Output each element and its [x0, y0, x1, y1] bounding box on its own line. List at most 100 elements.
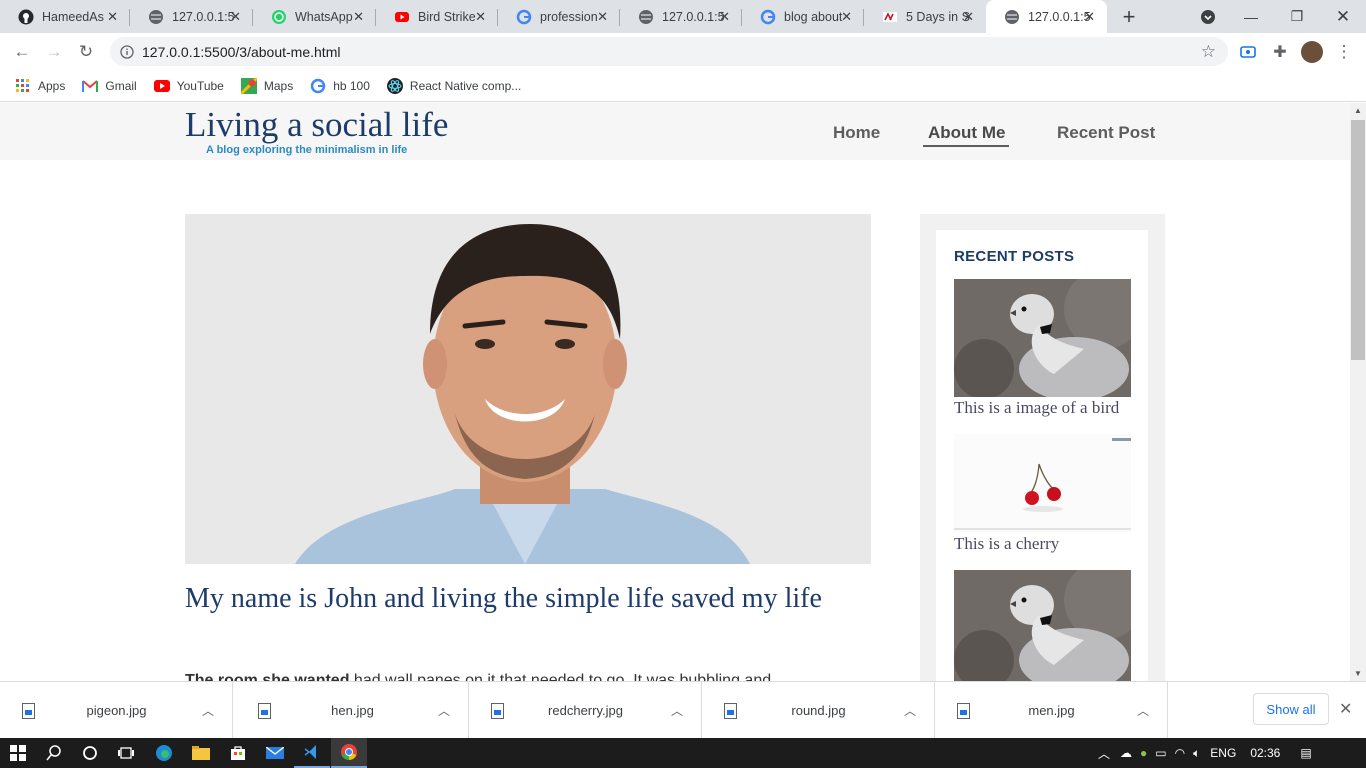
- notifications-icon[interactable]: ▤: [1300, 746, 1311, 760]
- bookmark-apps[interactable]: Apps: [15, 78, 65, 94]
- chevron-up-icon[interactable]: ︿: [1137, 702, 1149, 719]
- tab-1[interactable]: HameedAs ✕: [0, 0, 130, 33]
- star-icon[interactable]: ☆: [1201, 42, 1216, 62]
- security-icon[interactable]: ●: [1140, 746, 1147, 760]
- github-icon: [18, 9, 34, 25]
- chrome-taskbar-button[interactable]: [331, 738, 367, 768]
- download-item-pigeon[interactable]: pigeon.jpg ︿: [0, 682, 233, 739]
- language-indicator[interactable]: ENG: [1210, 746, 1236, 760]
- new-tab-button[interactable]: +: [1106, 0, 1152, 33]
- clock[interactable]: 02:36: [1250, 746, 1280, 760]
- store-button[interactable]: [220, 738, 256, 768]
- page-scrollbar[interactable]: ▲ ▼: [1350, 103, 1366, 681]
- about-paragraph: The room she wanted had wall panes on it…: [185, 672, 772, 681]
- mail-button[interactable]: [257, 738, 293, 768]
- close-icon[interactable]: ✕: [841, 9, 852, 25]
- download-item-hen[interactable]: hen.jpg ︿: [236, 682, 469, 739]
- tab-search-button[interactable]: [1185, 0, 1231, 33]
- windows-icon: [10, 745, 26, 761]
- file-explorer-button[interactable]: [183, 738, 219, 768]
- minimize-button[interactable]: —: [1228, 0, 1274, 33]
- tab-7[interactable]: blog about ✕: [742, 0, 864, 33]
- menu-button[interactable]: ⋮: [1332, 40, 1356, 64]
- extensions-button[interactable]: ✚: [1268, 40, 1292, 64]
- post-image-cherry[interactable]: [954, 434, 1131, 532]
- bookmark-gmail[interactable]: Gmail: [82, 78, 137, 94]
- post-image-bird-2[interactable]: [954, 570, 1131, 681]
- tab-8[interactable]: 5 Days in S ✕: [864, 0, 986, 33]
- back-button[interactable]: ←: [10, 40, 34, 64]
- tab-2[interactable]: 127.0.0.1:5 ✕: [130, 0, 253, 33]
- chevron-up-icon[interactable]: ︿: [202, 702, 214, 719]
- close-downloads-icon[interactable]: ✕: [1339, 699, 1352, 719]
- download-item-round[interactable]: round.jpg ︿: [702, 682, 935, 739]
- scrollbar-thumb[interactable]: [1351, 120, 1365, 360]
- close-icon[interactable]: ✕: [353, 9, 364, 25]
- tab-9-active[interactable]: 127.0.0.1:5 ✕: [986, 0, 1107, 33]
- close-icon[interactable]: ✕: [963, 9, 974, 25]
- search-button[interactable]: [36, 738, 72, 768]
- scroll-down-icon[interactable]: ▼: [1354, 669, 1362, 678]
- url-text[interactable]: 127.0.0.1:5500/3/about-me.html: [142, 44, 340, 60]
- cloud-icon[interactable]: ☁: [1120, 746, 1132, 760]
- cortana-button[interactable]: [72, 738, 108, 768]
- windows-taskbar: ︿ ☁ ● ▭ ◠ 🔈︎ ENG 02:36 ▤: [0, 738, 1366, 768]
- restore-button[interactable]: ❐: [1274, 0, 1320, 33]
- volume-icon[interactable]: 🔈︎: [1193, 746, 1200, 761]
- battery-icon[interactable]: ▭: [1155, 746, 1166, 760]
- tab-4[interactable]: Bird Strike ✕: [376, 0, 498, 33]
- forward-button[interactable]: →: [42, 40, 66, 64]
- download-item-redcherry[interactable]: redcherry.jpg ︿: [469, 682, 702, 739]
- wifi-icon[interactable]: ◠: [1175, 746, 1185, 760]
- address-bar[interactable]: 127.0.0.1:5500/3/about-me.html ☆: [110, 37, 1228, 66]
- scroll-up-icon[interactable]: ▲: [1354, 106, 1362, 115]
- whatsapp-icon: [271, 9, 287, 25]
- start-button[interactable]: [0, 738, 36, 768]
- profile-button[interactable]: [1300, 40, 1324, 64]
- close-icon[interactable]: ✕: [1084, 9, 1095, 25]
- site-brand[interactable]: Living a social life: [185, 105, 448, 145]
- bookmark-react-native[interactable]: React Native comp...: [386, 77, 521, 94]
- chevron-up-icon[interactable]: ︿: [438, 702, 450, 719]
- bookmarks-bar: Apps Gmail YouTube Maps hb 100 React Nat…: [0, 70, 1366, 102]
- globe-icon: [148, 9, 164, 25]
- post-caption-bird[interactable]: This is a image of a bird: [954, 398, 1119, 418]
- close-icon[interactable]: ✕: [107, 9, 118, 25]
- site-header: Living a social life A blog exploring th…: [0, 103, 1350, 160]
- close-icon[interactable]: ✕: [597, 9, 608, 25]
- close-icon[interactable]: ✕: [230, 9, 241, 25]
- show-all-button[interactable]: Show all: [1253, 693, 1329, 725]
- extension-button[interactable]: [1236, 40, 1260, 64]
- tab-6[interactable]: 127.0.0.1:5 ✕: [620, 0, 742, 33]
- nav-recent-post[interactable]: Recent Post: [1057, 123, 1155, 143]
- tab-3[interactable]: WhatsApp ✕: [253, 0, 376, 33]
- edge-icon: [156, 745, 172, 761]
- close-icon[interactable]: ✕: [475, 9, 486, 25]
- bookmark-youtube[interactable]: YouTube: [153, 78, 224, 94]
- post-image-bird[interactable]: [954, 279, 1131, 397]
- info-icon[interactable]: [120, 44, 134, 59]
- reload-button[interactable]: ↻: [74, 40, 98, 64]
- puzzle-icon: ✚: [1273, 44, 1287, 61]
- cortana-icon: [83, 746, 97, 760]
- bookmark-hb100[interactable]: hb 100: [310, 78, 370, 94]
- nav-home[interactable]: Home: [833, 123, 880, 143]
- edge-taskbar-button[interactable]: [146, 738, 182, 768]
- vscode-button[interactable]: [294, 738, 330, 768]
- nav-about-me[interactable]: About Me: [923, 123, 1010, 147]
- tab-5[interactable]: profession ✕: [498, 0, 620, 33]
- window-close-button[interactable]: ✕: [1320, 0, 1366, 33]
- chevron-up-icon[interactable]: ︿: [1098, 745, 1110, 762]
- close-icon[interactable]: ✕: [719, 9, 730, 25]
- reload-icon: ↻: [78, 42, 94, 61]
- chevron-up-icon[interactable]: ︿: [904, 702, 916, 719]
- globe-icon: [638, 9, 654, 25]
- chevron-up-icon[interactable]: ︿: [671, 702, 683, 719]
- task-view-button[interactable]: [108, 738, 144, 768]
- chrome-icon: [341, 744, 357, 761]
- bookmark-maps[interactable]: Maps: [240, 77, 293, 94]
- post-caption-cherry[interactable]: This is a cherry: [954, 534, 1059, 554]
- gmail-icon: [82, 78, 99, 94]
- sidebar: RECENT POSTS This is a image of a bird T…: [920, 214, 1165, 681]
- download-item-men[interactable]: men.jpg ︿: [935, 682, 1168, 739]
